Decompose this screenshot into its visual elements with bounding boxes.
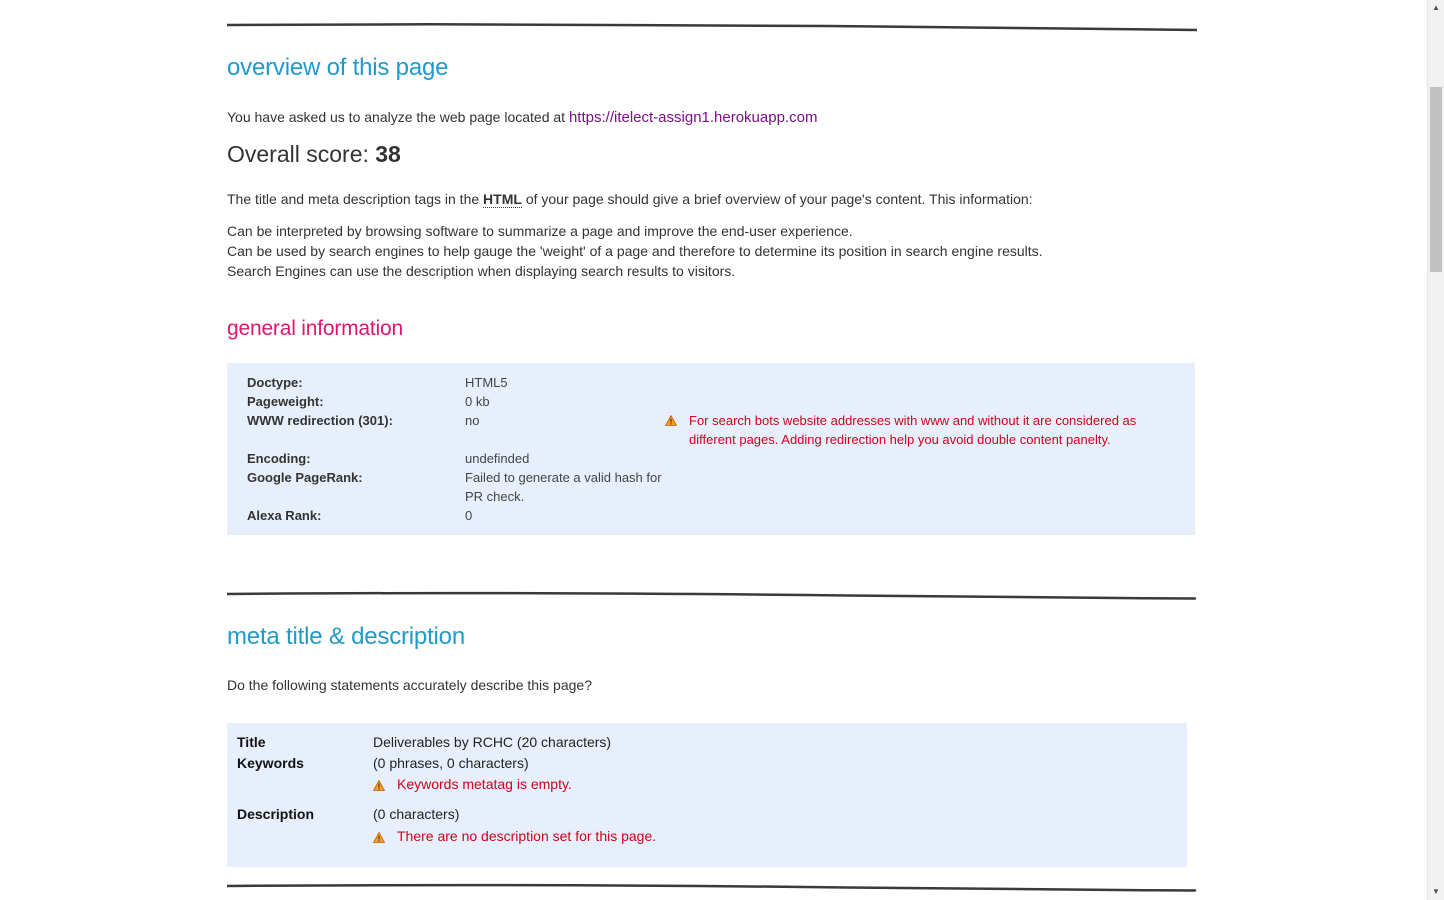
meta-value-keywords: (0 phrases, 0 characters): [373, 755, 529, 771]
overview-point: Can be used by search engines to help ga…: [227, 243, 1043, 259]
divider-top: [227, 22, 1197, 32]
info-key-encoding: Encoding:: [247, 451, 311, 466]
overview-description: The title and meta description tags in t…: [227, 189, 1033, 209]
info-value-pageweight: 0 kb: [465, 394, 490, 409]
info-key-doctype: Doctype:: [247, 375, 303, 390]
overall-score: Overall score: 38: [227, 141, 401, 168]
info-key-pagerank: Google PageRank:: [247, 470, 363, 485]
meta-question: Do the following statements accurately d…: [227, 677, 592, 693]
description-warning: There are no description set for this pa…: [397, 828, 657, 844]
general-info-heading: general information: [227, 317, 403, 340]
info-key-www-redirection: WWW redirection (301):: [247, 413, 393, 428]
scrollbar-thumb[interactable]: [1430, 87, 1442, 272]
info-value-encoding: undefinded: [465, 451, 530, 466]
scroll-down-arrow-icon[interactable]: ▼: [1428, 884, 1444, 900]
desc-after: of your page should give a brief overvie…: [525, 191, 1033, 207]
meta-key-keywords: Keywords: [237, 755, 304, 771]
info-value-alexa-rank: 0: [465, 508, 473, 523]
scroll-up-arrow-icon[interactable]: ▲: [1428, 0, 1444, 16]
info-value-pagerank: Failed to generate a valid hash for PR c…: [465, 470, 662, 504]
analyze-intro: You have asked us to analyze the web pag…: [227, 107, 817, 128]
warning-icon: [373, 780, 385, 791]
score-value: 38: [375, 141, 401, 167]
info-key-alexa-rank: Alexa Rank:: [247, 508, 322, 523]
analyzed-url-link[interactable]: https://itelect-assign1.herokuapp.com: [569, 109, 817, 126]
html-abbr: HTML: [483, 191, 522, 208]
analyze-intro-text: You have asked us to analyze the web pag…: [227, 109, 566, 125]
meta-box: Title Deliverables by RCHC (20 character…: [227, 723, 1187, 867]
divider-bottom: [227, 882, 1197, 892]
warning-icon: [373, 832, 385, 843]
warning-icon: [665, 415, 677, 426]
vertical-scrollbar[interactable]: ▲ ▼: [1427, 0, 1444, 900]
meta-key-title: Title: [237, 734, 266, 750]
meta-heading: meta title & description: [227, 623, 465, 650]
info-value-www-redirection: no: [465, 413, 480, 428]
divider-middle: [227, 590, 1197, 600]
score-label: Overall score:: [227, 141, 369, 167]
meta-value-title: Deliverables by RCHC (20 characters): [373, 734, 612, 750]
desc-before: The title and meta description tags in t…: [227, 191, 480, 207]
meta-key-description: Description: [237, 806, 315, 822]
info-value-doctype: HTML5: [465, 375, 508, 390]
info-key-pageweight: Pageweight:: [247, 394, 324, 409]
general-info-box: Doctype: HTML5 Pageweight: 0 kb WWW redi…: [227, 363, 1195, 535]
overview-point: Can be interpreted by browsing software …: [227, 223, 853, 239]
overview-heading: overview of this page: [227, 54, 449, 81]
overview-points: Can be interpreted by browsing software …: [227, 221, 1043, 281]
overview-point: Search Engines can use the description w…: [227, 263, 736, 279]
meta-value-description: (0 characters): [373, 806, 460, 822]
www-redirection-warning: For search bots website addresses with w…: [689, 413, 1137, 447]
keywords-warning: Keywords metatag is empty.: [397, 776, 572, 792]
